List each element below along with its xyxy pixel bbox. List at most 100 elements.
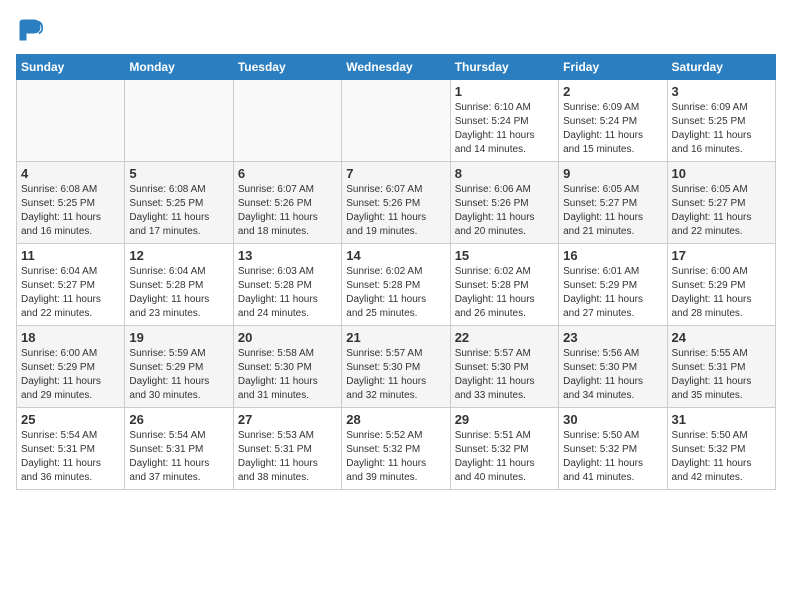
day-cell: 6 Sunrise: 6:07 AMSunset: 5:26 PMDaylight… (233, 162, 341, 244)
day-cell: 31 Sunrise: 5:50 AMSunset: 5:32 PMDayligh… (667, 408, 775, 490)
day-info: Sunrise: 6:09 AMSunset: 5:24 PMDaylight:… (563, 101, 662, 157)
day-number: 18 (21, 330, 120, 345)
day-number: 6 (238, 166, 337, 181)
day-info: Sunrise: 5:52 AMSunset: 5:32 PMDaylight:… (346, 429, 445, 485)
day-cell: 12 Sunrise: 6:04 AMSunset: 5:28 PMDayligh… (125, 244, 233, 326)
day-cell (125, 80, 233, 162)
day-info: Sunrise: 5:54 AMSunset: 5:31 PMDaylight:… (21, 429, 120, 485)
day-number: 4 (21, 166, 120, 181)
day-cell: 28 Sunrise: 5:52 AMSunset: 5:32 PMDayligh… (342, 408, 450, 490)
day-number: 20 (238, 330, 337, 345)
day-number: 13 (238, 248, 337, 263)
day-info: Sunrise: 6:04 AMSunset: 5:27 PMDaylight:… (21, 265, 120, 321)
day-number: 2 (563, 84, 662, 99)
day-cell: 11 Sunrise: 6:04 AMSunset: 5:27 PMDayligh… (17, 244, 125, 326)
day-number: 14 (346, 248, 445, 263)
day-number: 17 (672, 248, 771, 263)
day-info: Sunrise: 5:50 AMSunset: 5:32 PMDaylight:… (672, 429, 771, 485)
col-header-friday: Friday (559, 55, 667, 80)
day-cell: 19Sunrise: 5:59 AMSunset: 5:29 PMDayligh… (125, 326, 233, 408)
day-cell: 10 Sunrise: 6:05 AMSunset: 5:27 PMDayligh… (667, 162, 775, 244)
day-info: Sunrise: 5:54 AMSunset: 5:31 PMDaylight:… (129, 429, 228, 485)
day-cell (233, 80, 341, 162)
day-info: Sunrise: 5:53 AMSunset: 5:31 PMDaylight:… (238, 429, 337, 485)
day-cell: 4 Sunrise: 6:08 AMSunset: 5:25 PMDaylight… (17, 162, 125, 244)
day-number: 7 (346, 166, 445, 181)
day-number: 26 (129, 412, 228, 427)
day-number: 25 (21, 412, 120, 427)
day-info: Sunrise: 5:51 AMSunset: 5:32 PMDaylight:… (455, 429, 554, 485)
logo (16, 16, 48, 44)
day-number: 11 (21, 248, 120, 263)
day-number: 23 (563, 330, 662, 345)
day-cell: 20 Sunrise: 5:58 AMSunset: 5:30 PMDayligh… (233, 326, 341, 408)
week-row-1: 1Sunrise: 6:10 AMSunset: 5:24 PMDaylight… (17, 80, 776, 162)
day-number: 30 (563, 412, 662, 427)
day-info: Sunrise: 5:57 AMSunset: 5:30 PMDaylight:… (346, 347, 445, 403)
col-header-saturday: Saturday (667, 55, 775, 80)
col-header-monday: Monday (125, 55, 233, 80)
day-info: Sunrise: 6:01 AMSunset: 5:29 PMDaylight:… (563, 265, 662, 321)
day-info: Sunrise: 6:05 AMSunset: 5:27 PMDaylight:… (672, 183, 771, 239)
day-cell: 5 Sunrise: 6:08 AMSunset: 5:25 PMDaylight… (125, 162, 233, 244)
day-info: Sunrise: 5:57 AMSunset: 5:30 PMDaylight:… (455, 347, 554, 403)
day-number: 21 (346, 330, 445, 345)
day-number: 27 (238, 412, 337, 427)
week-row-2: 4 Sunrise: 6:08 AMSunset: 5:25 PMDaylight… (17, 162, 776, 244)
day-info: Sunrise: 6:08 AMSunset: 5:25 PMDaylight:… (21, 183, 120, 239)
day-number: 15 (455, 248, 554, 263)
header (16, 16, 776, 44)
day-cell: 18 Sunrise: 6:00 AMSunset: 5:29 PMDayligh… (17, 326, 125, 408)
day-number: 12 (129, 248, 228, 263)
day-info: Sunrise: 5:50 AMSunset: 5:32 PMDaylight:… (563, 429, 662, 485)
day-number: 22 (455, 330, 554, 345)
day-cell: 29 Sunrise: 5:51 AMSunset: 5:32 PMDayligh… (450, 408, 558, 490)
col-header-wednesday: Wednesday (342, 55, 450, 80)
day-info: Sunrise: 6:07 AMSunset: 5:26 PMDaylight:… (238, 183, 337, 239)
day-info: Sunrise: 6:00 AMSunset: 5:29 PMDaylight:… (21, 347, 120, 403)
day-cell: 27 Sunrise: 5:53 AMSunset: 5:31 PMDayligh… (233, 408, 341, 490)
day-number: 31 (672, 412, 771, 427)
calendar-table: SundayMondayTuesdayWednesdayThursdayFrid… (16, 54, 776, 490)
day-cell: 14 Sunrise: 6:02 AMSunset: 5:28 PMDayligh… (342, 244, 450, 326)
day-cell: 16 Sunrise: 6:01 AMSunset: 5:29 PMDayligh… (559, 244, 667, 326)
day-number: 29 (455, 412, 554, 427)
day-cell: 13 Sunrise: 6:03 AMSunset: 5:28 PMDayligh… (233, 244, 341, 326)
day-cell: 8Sunrise: 6:06 AMSunset: 5:26 PMDaylight… (450, 162, 558, 244)
day-info: Sunrise: 6:09 AMSunset: 5:25 PMDaylight:… (672, 101, 771, 157)
week-row-4: 18 Sunrise: 6:00 AMSunset: 5:29 PMDayligh… (17, 326, 776, 408)
week-row-3: 11 Sunrise: 6:04 AMSunset: 5:27 PMDayligh… (17, 244, 776, 326)
day-cell: 9 Sunrise: 6:05 AMSunset: 5:27 PMDaylight… (559, 162, 667, 244)
day-info: Sunrise: 6:05 AMSunset: 5:27 PMDaylight:… (563, 183, 662, 239)
day-cell: 7Sunrise: 6:07 AMSunset: 5:26 PMDaylight… (342, 162, 450, 244)
day-cell: 15 Sunrise: 6:02 AMSunset: 5:28 PMDayligh… (450, 244, 558, 326)
day-info: Sunrise: 6:02 AMSunset: 5:28 PMDaylight:… (455, 265, 554, 321)
day-info: Sunrise: 6:10 AMSunset: 5:24 PMDaylight:… (455, 101, 554, 157)
day-info: Sunrise: 6:00 AMSunset: 5:29 PMDaylight:… (672, 265, 771, 321)
day-info: Sunrise: 6:03 AMSunset: 5:28 PMDaylight:… (238, 265, 337, 321)
day-number: 16 (563, 248, 662, 263)
day-cell: 17 Sunrise: 6:00 AMSunset: 5:29 PMDayligh… (667, 244, 775, 326)
day-info: Sunrise: 6:04 AMSunset: 5:28 PMDaylight:… (129, 265, 228, 321)
day-info: Sunrise: 6:08 AMSunset: 5:25 PMDaylight:… (129, 183, 228, 239)
day-cell: 23 Sunrise: 5:56 AMSunset: 5:30 PMDayligh… (559, 326, 667, 408)
day-info: Sunrise: 5:56 AMSunset: 5:30 PMDaylight:… (563, 347, 662, 403)
col-header-sunday: Sunday (17, 55, 125, 80)
day-info: Sunrise: 6:02 AMSunset: 5:28 PMDaylight:… (346, 265, 445, 321)
day-cell: 25 Sunrise: 5:54 AMSunset: 5:31 PMDayligh… (17, 408, 125, 490)
day-cell: 21 Sunrise: 5:57 AMSunset: 5:30 PMDayligh… (342, 326, 450, 408)
day-cell: 26 Sunrise: 5:54 AMSunset: 5:31 PMDayligh… (125, 408, 233, 490)
col-header-tuesday: Tuesday (233, 55, 341, 80)
day-number: 10 (672, 166, 771, 181)
day-number: 3 (672, 84, 771, 99)
day-cell: 24Sunrise: 5:55 AMSunset: 5:31 PMDayligh… (667, 326, 775, 408)
day-number: 5 (129, 166, 228, 181)
day-number: 9 (563, 166, 662, 181)
day-cell (342, 80, 450, 162)
day-cell: 3 Sunrise: 6:09 AMSunset: 5:25 PMDaylight… (667, 80, 775, 162)
day-number: 28 (346, 412, 445, 427)
day-number: 19 (129, 330, 228, 345)
day-number: 24 (672, 330, 771, 345)
day-info: Sunrise: 5:58 AMSunset: 5:30 PMDaylight:… (238, 347, 337, 403)
logo-icon (16, 16, 44, 44)
